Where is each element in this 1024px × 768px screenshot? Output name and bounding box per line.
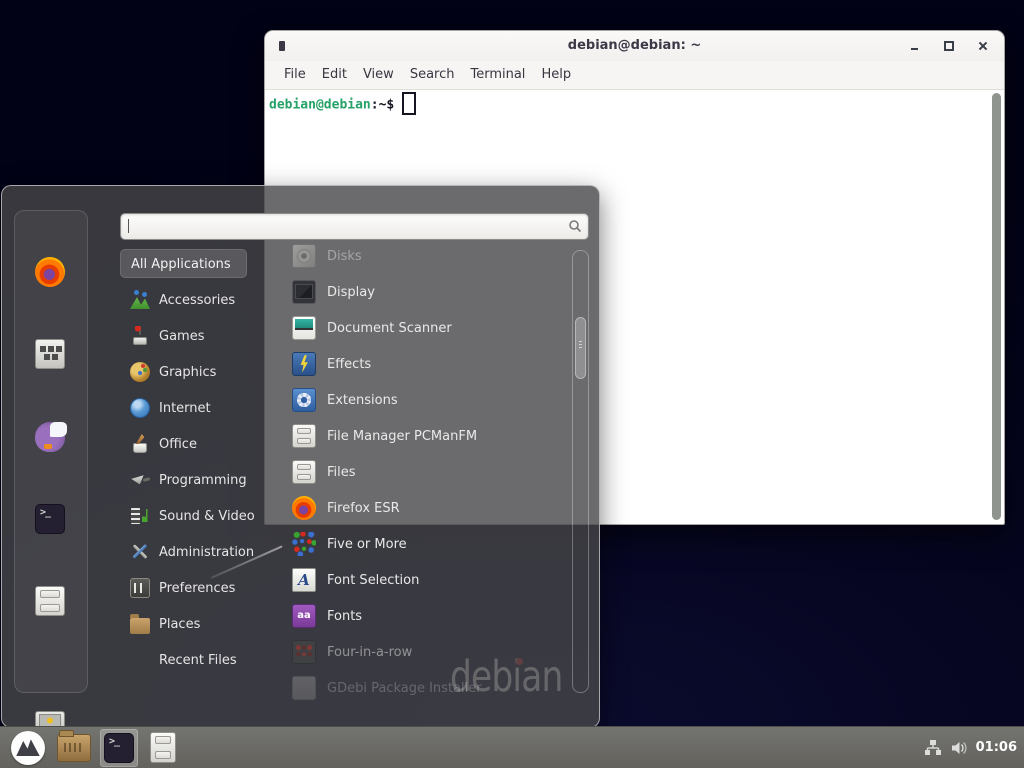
file-manager-icon[interactable] bbox=[35, 586, 65, 616]
taskbar: >_ 01:06 bbox=[0, 726, 1024, 768]
category-administration[interactable]: Administration bbox=[120, 534, 280, 570]
terminal-scrollbar-thumb[interactable] bbox=[992, 93, 1001, 520]
preferences-icon bbox=[130, 578, 150, 598]
firefox-icon bbox=[292, 496, 316, 520]
search-icon bbox=[568, 219, 582, 233]
graphics-icon bbox=[130, 362, 150, 382]
app-display[interactable]: Display bbox=[284, 274, 572, 310]
app-firefox-esr[interactable]: Firefox ESR bbox=[284, 490, 572, 526]
close-button[interactable] bbox=[971, 35, 994, 58]
internet-icon bbox=[130, 398, 150, 418]
app-extensions[interactable]: Extensions bbox=[284, 382, 572, 418]
file-manager-launcher[interactable] bbox=[54, 729, 94, 767]
category-sound-video[interactable]: Sound & Video bbox=[120, 498, 280, 534]
category-programming[interactable]: Programming bbox=[120, 462, 280, 498]
menu-button[interactable] bbox=[8, 729, 48, 767]
category-list: Accessories Games Graphics Internet Offi… bbox=[120, 282, 280, 678]
app-list-scrollbar-thumb[interactable] bbox=[575, 317, 586, 379]
places-icon bbox=[130, 618, 150, 634]
close-icon bbox=[978, 41, 988, 51]
prompt-suffix: :~$ bbox=[371, 98, 394, 113]
volume-icon[interactable] bbox=[950, 739, 968, 757]
maximize-icon bbox=[944, 41, 954, 51]
minimize-button[interactable] bbox=[903, 35, 926, 58]
prompt-user: debian@debian bbox=[269, 98, 371, 113]
app-list-scrollbar[interactable] bbox=[572, 250, 589, 693]
accessories-icon bbox=[130, 290, 150, 310]
app-file-manager-pcmanfm[interactable]: File Manager PCManFM bbox=[284, 418, 572, 454]
terminal-icon[interactable]: >_ bbox=[35, 504, 65, 534]
search-input[interactable] bbox=[131, 216, 555, 237]
category-all-applications[interactable]: All Applications bbox=[120, 249, 247, 278]
category-graphics[interactable]: Graphics bbox=[120, 354, 280, 390]
app-five-or-more[interactable]: Five or More bbox=[284, 526, 572, 562]
extensions-icon bbox=[292, 388, 316, 412]
app-four-in-a-row[interactable]: Four-in-a-row bbox=[284, 634, 572, 670]
four-in-a-row-icon bbox=[292, 640, 316, 664]
administration-icon bbox=[130, 542, 150, 562]
application-list: Disks Display Document Scanner Effects E… bbox=[284, 238, 572, 706]
software-keyboard-icon[interactable] bbox=[35, 339, 65, 369]
sound-video-icon bbox=[130, 506, 150, 526]
window-title: debian@debian: ~ bbox=[265, 31, 1004, 61]
text-caret bbox=[128, 219, 129, 233]
app-font-selection[interactable]: A Font Selection bbox=[284, 562, 572, 598]
app-document-scanner[interactable]: Document Scanner bbox=[284, 310, 572, 346]
firefox-icon[interactable] bbox=[35, 257, 65, 287]
five-or-more-icon bbox=[292, 532, 316, 556]
menu-logo-icon bbox=[11, 731, 45, 765]
category-office[interactable]: Office bbox=[120, 426, 280, 462]
app-fonts[interactable]: aa Fonts bbox=[284, 598, 572, 634]
menu-terminal[interactable]: Terminal bbox=[462, 61, 533, 89]
document-scanner-icon bbox=[292, 316, 316, 340]
app-effects[interactable]: Effects bbox=[284, 346, 572, 382]
games-icon bbox=[130, 326, 150, 346]
app-files[interactable]: Files bbox=[284, 454, 572, 490]
file-cabinet-icon bbox=[292, 460, 316, 484]
terminal-cursor bbox=[402, 92, 416, 115]
effects-icon bbox=[292, 352, 316, 376]
fonts-icon: aa bbox=[292, 604, 316, 628]
category-places[interactable]: Places bbox=[120, 606, 280, 642]
file-cabinet-launcher[interactable] bbox=[144, 729, 182, 767]
terminal-taskbar-button[interactable]: >_ bbox=[100, 729, 138, 767]
app-gdebi-package-installer[interactable]: GDebi Package Installer bbox=[284, 670, 572, 706]
folder-icon bbox=[57, 734, 91, 762]
disks-icon bbox=[292, 244, 316, 268]
category-preferences[interactable]: Preferences bbox=[120, 570, 280, 606]
file-cabinet-icon bbox=[150, 732, 176, 763]
terminal-menubar: File Edit View Search Terminal Help bbox=[265, 61, 1004, 90]
terminal-scrollbar[interactable] bbox=[991, 93, 1002, 520]
file-cabinet-icon bbox=[292, 424, 316, 448]
menu-edit[interactable]: Edit bbox=[314, 61, 355, 89]
clock[interactable]: 01:06 bbox=[976, 740, 1017, 755]
application-menu: >_ All Applications Accessories Games bbox=[1, 185, 600, 728]
category-accessories[interactable]: Accessories bbox=[120, 282, 280, 318]
menu-view[interactable]: View bbox=[355, 61, 402, 89]
display-icon bbox=[292, 280, 316, 304]
search-box bbox=[120, 213, 589, 240]
gdebi-icon bbox=[292, 676, 316, 700]
favorites-panel: >_ bbox=[14, 210, 88, 693]
screen: debian debian@debian: ~ File Edit View S… bbox=[0, 0, 1024, 768]
menu-search[interactable]: Search bbox=[402, 61, 463, 89]
menu-file[interactable]: File bbox=[276, 61, 314, 89]
maximize-button[interactable] bbox=[937, 35, 960, 58]
pidgin-icon[interactable] bbox=[35, 422, 65, 452]
network-icon[interactable] bbox=[924, 739, 942, 757]
category-games[interactable]: Games bbox=[120, 318, 280, 354]
app-disks[interactable]: Disks bbox=[284, 238, 572, 274]
font-selection-icon: A bbox=[292, 568, 316, 592]
menu-help[interactable]: Help bbox=[533, 61, 579, 89]
terminal-icon: >_ bbox=[104, 733, 134, 763]
office-icon bbox=[130, 434, 150, 454]
minimize-icon bbox=[911, 48, 918, 50]
terminal-titlebar[interactable]: debian@debian: ~ bbox=[265, 31, 1004, 62]
programming-icon bbox=[130, 470, 150, 490]
category-recent-files[interactable]: Recent Files bbox=[120, 642, 280, 678]
category-internet[interactable]: Internet bbox=[120, 390, 280, 426]
